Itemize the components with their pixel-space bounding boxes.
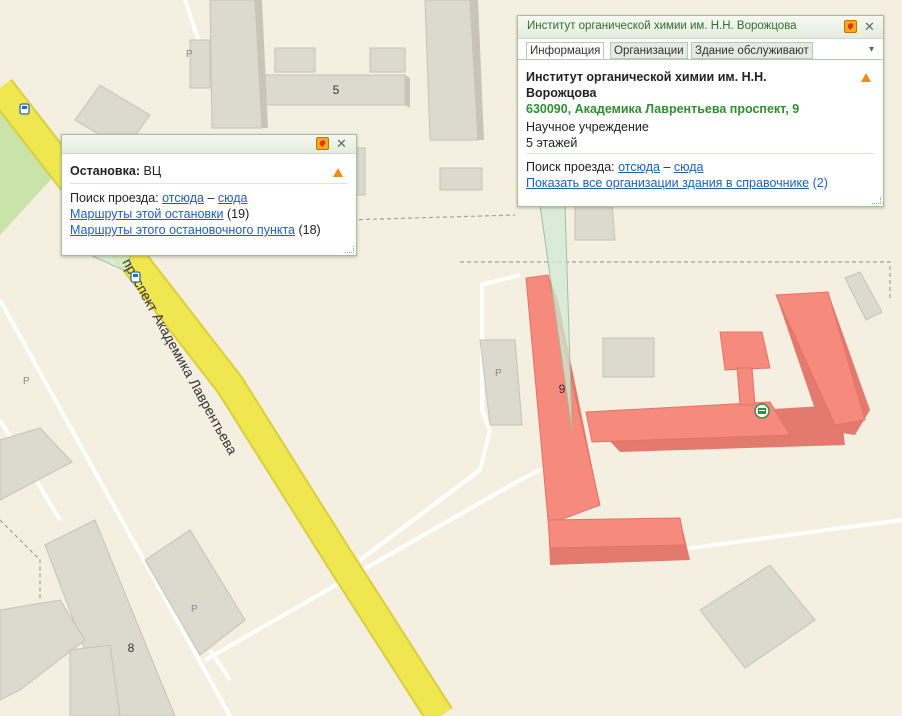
org-route-search: Поиск проезда: отсюда – сюда <box>526 160 704 174</box>
stop-route-search: Поиск проезда: отсюда – сюда <box>70 191 248 205</box>
tab-information[interactable]: Информация <box>526 42 605 60</box>
org-category: Научное учреждение <box>526 120 649 134</box>
pin-icon[interactable] <box>844 20 857 33</box>
parking-label: P <box>495 368 502 379</box>
bus-stop-icon[interactable] <box>19 103 30 115</box>
house-number-9: 9 <box>559 382 566 396</box>
org-name: Институт органической химии им. Н.Н. Вор… <box>526 70 767 100</box>
close-icon[interactable]: ✕ <box>864 19 875 35</box>
parking-label: P <box>191 604 198 615</box>
route-to-here-link[interactable]: сюда <box>218 191 248 205</box>
org-floors: 5 этажей <box>526 136 578 150</box>
stop-routes-row: Маршруты этой остановки (19) <box>70 207 249 221</box>
pin-icon[interactable] <box>316 137 329 150</box>
tab-organizations[interactable]: Организации <box>610 42 688 59</box>
stop-routes-link[interactable]: Маршруты этой остановки <box>70 207 224 221</box>
org-popup-header: Институт органической химии им. Н.Н. Вор… <box>518 16 883 39</box>
tabs-overflow-icon[interactable]: ▾ <box>869 44 874 55</box>
stop-title-label: Остановка: <box>70 164 140 178</box>
route-from-here-link[interactable]: отсюда <box>162 191 204 205</box>
resize-handle[interactable] <box>872 197 881 204</box>
org-address: 630090, Академика Лаврентьева проспект, … <box>526 102 800 116</box>
warning-icon[interactable] <box>333 168 343 177</box>
stop-routes-count: (19) <box>227 207 250 221</box>
warning-icon[interactable] <box>861 73 871 82</box>
close-icon[interactable]: ✕ <box>336 136 347 152</box>
stop-popup-header: ✕ <box>62 135 356 154</box>
parking-label: P <box>23 376 30 387</box>
route-from-here-link[interactable]: отсюда <box>618 160 660 174</box>
stop-point-routes-row: Маршруты этого остановочного пункта (18) <box>70 223 321 237</box>
show-all-orgs-link[interactable]: Показать все организации здания в справо… <box>526 176 809 190</box>
organization-marker-icon[interactable] <box>754 403 770 419</box>
resize-handle[interactable] <box>345 246 354 253</box>
route-to-here-link[interactable]: сюда <box>674 160 704 174</box>
stop-title-value: ВЦ <box>143 164 162 178</box>
org-popup-header-title: Институт органической химии им. Н.Н. Вор… <box>527 20 797 32</box>
bus-stop-icon[interactable] <box>130 271 141 283</box>
show-all-orgs-row: Показать все организации здания в справо… <box>526 176 828 190</box>
org-popup: Институт органической химии им. Н.Н. Вор… <box>517 15 884 207</box>
parking-label: P <box>186 49 193 60</box>
org-popup-tabs: Информация Организации Здание обслуживаю… <box>526 42 874 60</box>
stop-point-routes-count: (18) <box>298 223 321 237</box>
house-number-5: 5 <box>333 83 340 97</box>
show-all-orgs-count: (2) <box>812 176 828 190</box>
stop-popup: ✕ Остановка: ВЦ Поиск проезда: отсюда – … <box>61 134 357 256</box>
house-number-8: 8 <box>128 641 135 655</box>
stop-point-routes-link[interactable]: Маршруты этого остановочного пункта <box>70 223 295 237</box>
tab-building-services[interactable]: Здание обслуживают <box>691 42 813 59</box>
stop-popup-title: Остановка: ВЦ <box>70 164 161 178</box>
